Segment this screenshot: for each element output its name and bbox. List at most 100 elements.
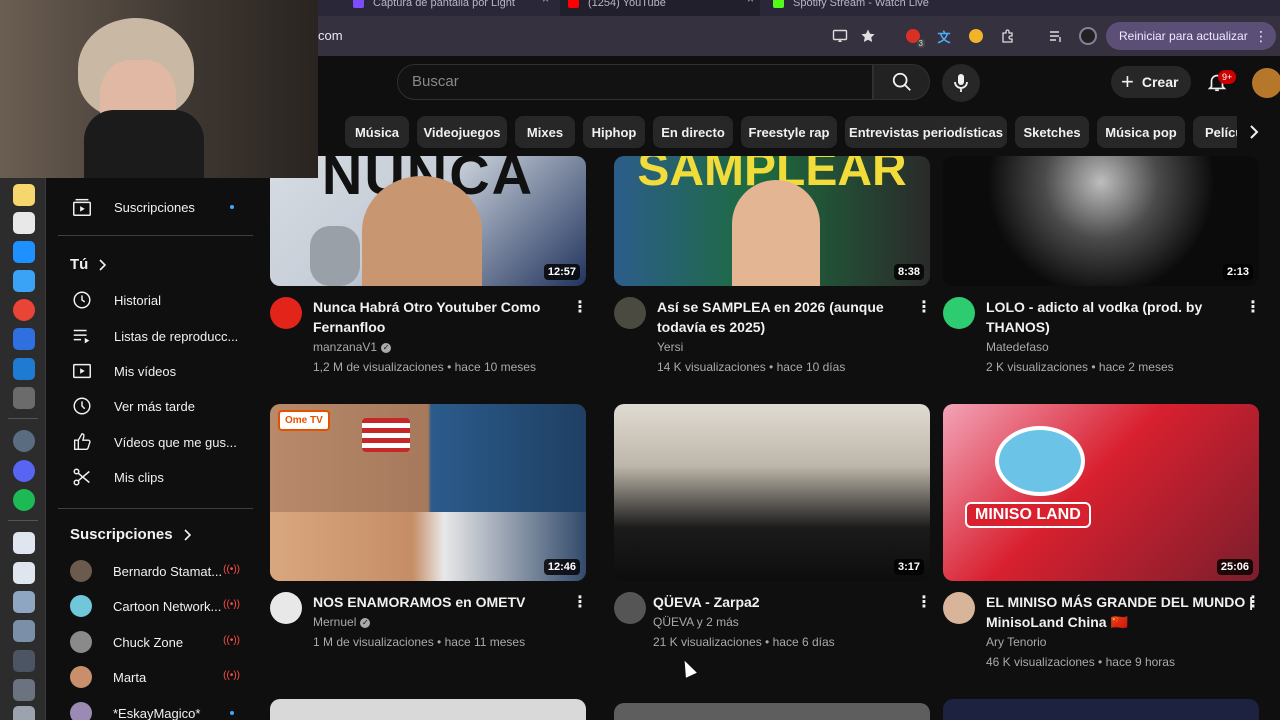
channel-name[interactable]: Yersi [657,340,683,354]
browser-tab[interactable]: Spotify Stream - Watch Live [765,0,955,16]
media-controls-icon[interactable] [1046,26,1066,46]
sidebar-item-my-videos[interactable]: Mis vídeos [58,353,258,389]
channel-name[interactable]: QÜEVA y 2 más [653,615,739,629]
chip[interactable]: Mixes [515,116,575,148]
chrome-icon[interactable] [13,299,35,321]
search-input[interactable] [412,73,852,90]
browser-tab[interactable]: Captura de pantalla por Light × [345,0,555,16]
sidebar-item-watch-later[interactable]: Ver más tarde [58,388,258,424]
chip[interactable]: Música pop [1097,116,1185,148]
video-title[interactable]: Así se SAMPLEA en 2026 (aunque todavía e… [657,297,897,337]
bookmark-star-icon[interactable] [858,26,878,46]
channel-name-row[interactable]: manzanaV1 ✓ [313,340,392,354]
video-title[interactable]: NOS ENAMORAMOS en OMETV [313,592,553,612]
video-thumbnail[interactable] [943,699,1259,720]
more-vertical-icon[interactable]: ⋮ [916,297,932,317]
channel-avatar[interactable] [943,592,975,624]
channel-avatar[interactable] [943,297,975,329]
video-thumbnail[interactable]: 3:17 [614,404,930,581]
subscription-item[interactable]: Marta ((•)) [58,659,258,695]
app-icon[interactable] [13,430,35,452]
notes-app-icon[interactable] [13,184,35,206]
voice-search-button[interactable] [942,64,980,102]
app-store-icon[interactable] [13,241,35,263]
you-section-header[interactable]: Tú [70,256,107,273]
video-thumbnail[interactable] [270,699,586,720]
folder-icon[interactable] [13,591,35,613]
user-avatar[interactable] [1252,68,1280,98]
channel-avatar[interactable] [614,297,646,329]
tab-close-icon[interactable]: × [542,0,549,5]
sidebar-item-my-clips[interactable]: Mis clips [58,459,258,495]
update-browser-button[interactable]: Reiniciar para actualizar ⋮ [1106,22,1276,50]
app-icon[interactable] [13,387,35,409]
cast-icon[interactable] [830,26,850,46]
spotify-icon[interactable] [13,489,35,511]
chip[interactable]: Entrevistas periodísticas [845,116,1007,148]
create-button[interactable]: + Crear [1111,66,1191,98]
safari-icon[interactable] [13,270,35,292]
video-thumbnail[interactable]: Ome TV 12:46 [270,404,586,581]
video-info: NOS ENAMORAMOS en OMETV Mernuel ✓ 1 M de … [270,592,590,652]
video-thumbnail[interactable] [614,703,930,720]
subscriptions-section-header[interactable]: Suscripciones [70,526,191,543]
more-vertical-icon[interactable]: ⋮ [572,592,588,612]
window-thumbnail-icon[interactable] [13,650,35,672]
subscription-item[interactable]: Bernardo Stamat... ((•)) [58,553,258,589]
extension-icon[interactable] [966,26,986,46]
window-thumbnail-icon[interactable] [13,679,35,701]
chips-next-button[interactable] [1237,116,1271,148]
browser-tab-active[interactable]: (1254) YouTube × [560,0,760,16]
video-thumbnail[interactable]: 2:13 [943,156,1259,286]
video-title[interactable]: EL MINISO MÁS GRANDE DEL MUNDO | MinisoL… [986,592,1256,632]
more-vertical-icon[interactable]: ⋮ [916,592,932,612]
extension-icon[interactable]: 3 [903,26,925,48]
subscription-item[interactable]: Cartoon Network... ((•)) [58,588,258,624]
sidebar-item-playlists[interactable]: Listas de reproducc... [58,318,258,354]
subscription-item[interactable]: *EskayMagico* [58,695,258,720]
document-icon[interactable] [13,562,35,584]
channel-name[interactable]: Ary Tenorio [986,635,1046,649]
chip[interactable]: En directo [653,116,733,148]
chip[interactable]: Videojuegos [417,116,507,148]
chip[interactable]: Música [345,116,409,148]
vscode-icon[interactable] [13,358,35,380]
folder-icon[interactable] [13,620,35,642]
more-vertical-icon[interactable]: ⋮ [1245,297,1261,317]
channel-avatar[interactable] [614,592,646,624]
video-title[interactable]: QÜEVA - Zarpa2 [653,592,893,612]
app-icon[interactable] [13,328,35,350]
profile-avatar[interactable] [1078,26,1098,46]
channel-avatar[interactable] [270,297,302,329]
freeform-app-icon[interactable] [13,212,35,234]
video-title[interactable]: LOLO - adicto al vodka (prod. by THANOS) [986,297,1226,337]
channel-name-row[interactable]: Mernuel ✓ [313,615,371,629]
chip[interactable]: Sketches [1015,116,1089,148]
microphone-icon [954,74,968,92]
channel-name[interactable]: Matedefaso [986,340,1049,354]
translate-extension-icon[interactable]: 文 [934,26,954,46]
document-icon[interactable] [13,532,35,554]
sidebar-item-history[interactable]: Historial [58,282,258,318]
search-button[interactable] [873,64,930,100]
discord-icon[interactable] [13,460,35,482]
chip[interactable]: Freestyle rap [741,116,837,148]
playlists-icon [70,324,94,348]
trash-icon[interactable] [13,706,35,720]
more-vertical-icon[interactable]: ⋮ [1254,28,1268,45]
channel-avatar[interactable] [270,592,302,624]
url-text[interactable]: com [318,28,343,43]
sidebar-item-liked-videos[interactable]: Vídeos que me gus... [58,424,258,460]
more-vertical-icon[interactable]: ⋮ [1245,592,1261,612]
more-vertical-icon[interactable]: ⋮ [572,297,588,317]
video-thumbnail[interactable]: SAMPLEAR 8:38 [614,156,930,286]
chip[interactable]: Hiphop [583,116,645,148]
video-info: LOLO - adicto al vodka (prod. by THANOS)… [943,297,1263,377]
sidebar-item-subscriptions[interactable]: Suscripciones [58,189,258,225]
video-title[interactable]: Nunca Habrá Otro Youtuber Como Fernanflo… [313,297,553,337]
tab-close-icon[interactable]: × [747,0,754,5]
video-thumbnail[interactable]: MINISO LAND 25:06 [943,404,1259,581]
chevron-right-icon [1250,125,1259,139]
puzzle-extensions-icon[interactable] [998,26,1018,46]
subscription-item[interactable]: Chuck Zone ((•)) [58,624,258,660]
